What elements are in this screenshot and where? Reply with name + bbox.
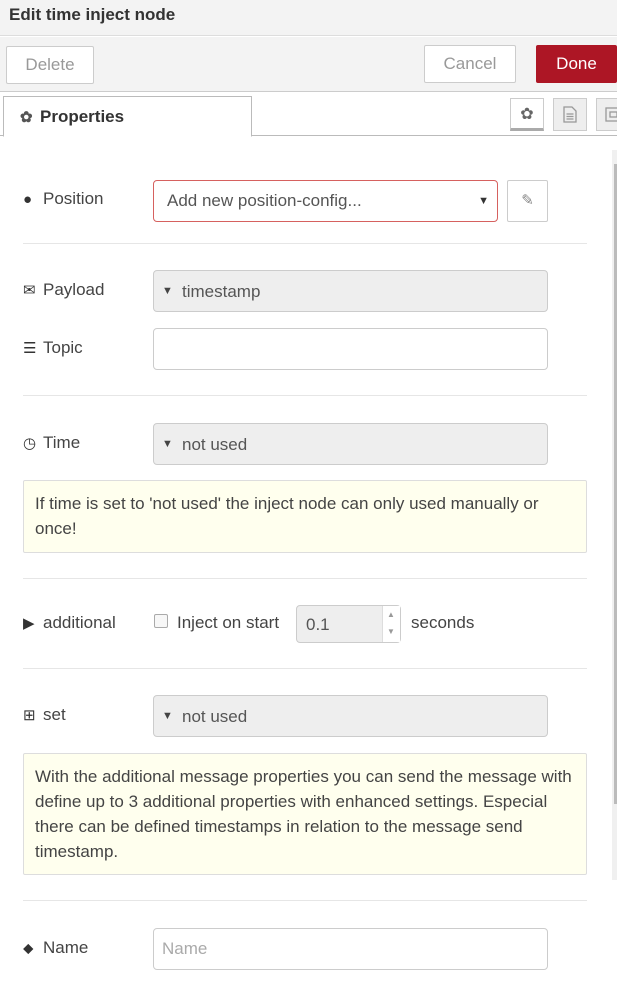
additional-label: ▶ additional [23, 613, 116, 632]
spinner-down-icon[interactable]: ▼ [387, 627, 395, 636]
tab-properties[interactable]: ✿ Properties [3, 96, 252, 137]
gear-icon: ✿ [20, 109, 33, 126]
payload-label: ✉ Payload [23, 280, 105, 299]
tray-title: Edit time inject node [9, 5, 176, 24]
divider [23, 578, 587, 579]
set-typed-input[interactable]: ▼ not used [153, 695, 548, 737]
tag-icon: ⬥ [23, 940, 34, 957]
inject-on-start-label: Inject on start [177, 613, 280, 632]
topic-input[interactable] [153, 328, 548, 370]
globe-icon: ● [23, 191, 33, 208]
clock-icon: ◷ [23, 435, 37, 452]
divider [23, 668, 587, 669]
set-tip: With the additional message properties y… [23, 753, 587, 875]
payload-typed-input[interactable]: ▼ timestamp [153, 270, 548, 312]
time-typed-input[interactable]: ▼ not used [153, 423, 548, 465]
inject-delay-value: 0.1 [306, 615, 330, 634]
time-label: ◷ Time [23, 433, 81, 452]
inject-delay-spinner[interactable]: 0.1 ▲ ▼ [296, 605, 401, 643]
done-button[interactable]: Done [536, 45, 617, 83]
payload-type-value: timestamp [182, 282, 261, 301]
time-type-value: not used [182, 435, 248, 454]
tab-description-button[interactable] [553, 98, 587, 131]
name-label: ⬥ Name [23, 938, 89, 957]
time-tip: If time is set to 'not used' the inject … [23, 480, 587, 553]
tab-bar: ✿ Properties ✿ [0, 93, 617, 137]
envelope-icon: ✉ [23, 282, 36, 299]
tray-toolbar: Delete Cancel Done [0, 37, 617, 92]
edit-position-config-button[interactable]: ✎ [507, 180, 548, 222]
set-type-value: not used [182, 707, 248, 726]
seconds-label: seconds [411, 613, 475, 632]
caret-down-icon: ▼ [162, 285, 173, 297]
position-label: ● Position [23, 189, 104, 208]
position-select[interactable]: Add new position-config... ▼ [153, 180, 498, 222]
divider [23, 900, 587, 901]
inject-on-start-checkbox[interactable] [154, 614, 168, 628]
tasks-icon: ☰ [23, 340, 37, 357]
set-label: ⊞ set [23, 705, 66, 724]
divider [23, 395, 587, 396]
divider [23, 243, 587, 244]
tab-appearance-button[interactable] [596, 98, 617, 131]
position-select-value: Add new position-config... [167, 191, 362, 210]
play-circle-icon: ▶ [23, 615, 35, 632]
tab-properties-icon-button[interactable]: ✿ [510, 98, 544, 131]
delete-button[interactable]: Delete [6, 46, 94, 84]
topic-label: ☰ Topic [23, 338, 83, 357]
caret-down-icon: ▼ [162, 710, 173, 722]
appearance-icon [605, 107, 617, 122]
description-icon [563, 106, 577, 123]
gear-icon: ✿ [520, 106, 534, 123]
caret-down-icon: ▼ [162, 438, 173, 450]
name-input[interactable] [153, 928, 548, 970]
tab-properties-label: Properties [40, 107, 125, 126]
spinner-up-icon[interactable]: ▲ [387, 610, 395, 619]
pencil-icon: ✎ [521, 192, 534, 209]
cancel-button[interactable]: Cancel [424, 45, 516, 83]
spinner-arrows: ▲ ▼ [382, 606, 400, 642]
plus-square-icon: ⊞ [23, 707, 36, 724]
chevron-down-icon: ▼ [478, 195, 489, 207]
tray-header: Edit time inject node [0, 0, 617, 36]
